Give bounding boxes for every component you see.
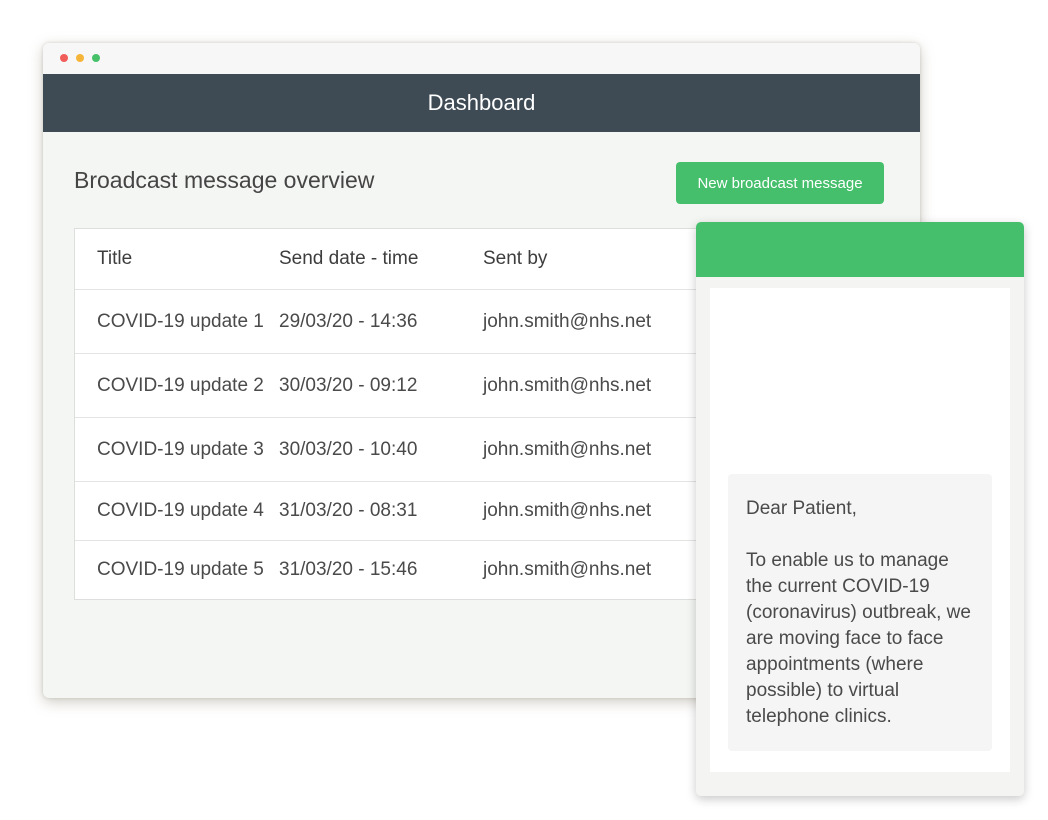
message-bubble: Dear Patient, To enable us to manage the… bbox=[728, 474, 992, 751]
row-title: COVID-19 update 3 bbox=[97, 438, 264, 460]
row-title: COVID-19 update 2 bbox=[97, 374, 264, 396]
phone-header-bar bbox=[696, 222, 1024, 277]
message-body: To enable us to manage the current COVID… bbox=[746, 550, 971, 727]
close-window-dot[interactable] bbox=[60, 54, 68, 62]
message-greeting: Dear Patient, bbox=[746, 498, 857, 519]
maximize-window-dot[interactable] bbox=[92, 54, 100, 62]
phone-screen: Dear Patient, To enable us to manage the… bbox=[710, 288, 1010, 772]
row-title: COVID-19 update 1 bbox=[97, 310, 264, 332]
window-titlebar bbox=[43, 43, 920, 74]
row-title: COVID-19 update 4 bbox=[97, 500, 264, 521]
row-send-date: 31/03/20 - 15:46 bbox=[279, 559, 418, 580]
column-header-send-date[interactable]: Send date - time bbox=[279, 248, 483, 270]
row-send-date: 30/03/20 - 10:40 bbox=[279, 438, 418, 460]
page-title: Broadcast message overview bbox=[74, 167, 375, 193]
header-title: Dashboard bbox=[427, 90, 536, 115]
row-title: COVID-19 update 5 bbox=[97, 559, 264, 580]
column-header-title[interactable]: Title bbox=[75, 248, 279, 270]
row-send-date: 31/03/20 - 08:31 bbox=[279, 500, 418, 521]
new-broadcast-message-button[interactable]: New broadcast message bbox=[676, 162, 884, 204]
row-send-date: 29/03/20 - 14:36 bbox=[279, 310, 418, 332]
app-header: Dashboard bbox=[43, 74, 920, 132]
row-send-date: 30/03/20 - 09:12 bbox=[279, 374, 418, 396]
minimize-window-dot[interactable] bbox=[76, 54, 84, 62]
message-preview-phone: Dear Patient, To enable us to manage the… bbox=[696, 222, 1024, 796]
